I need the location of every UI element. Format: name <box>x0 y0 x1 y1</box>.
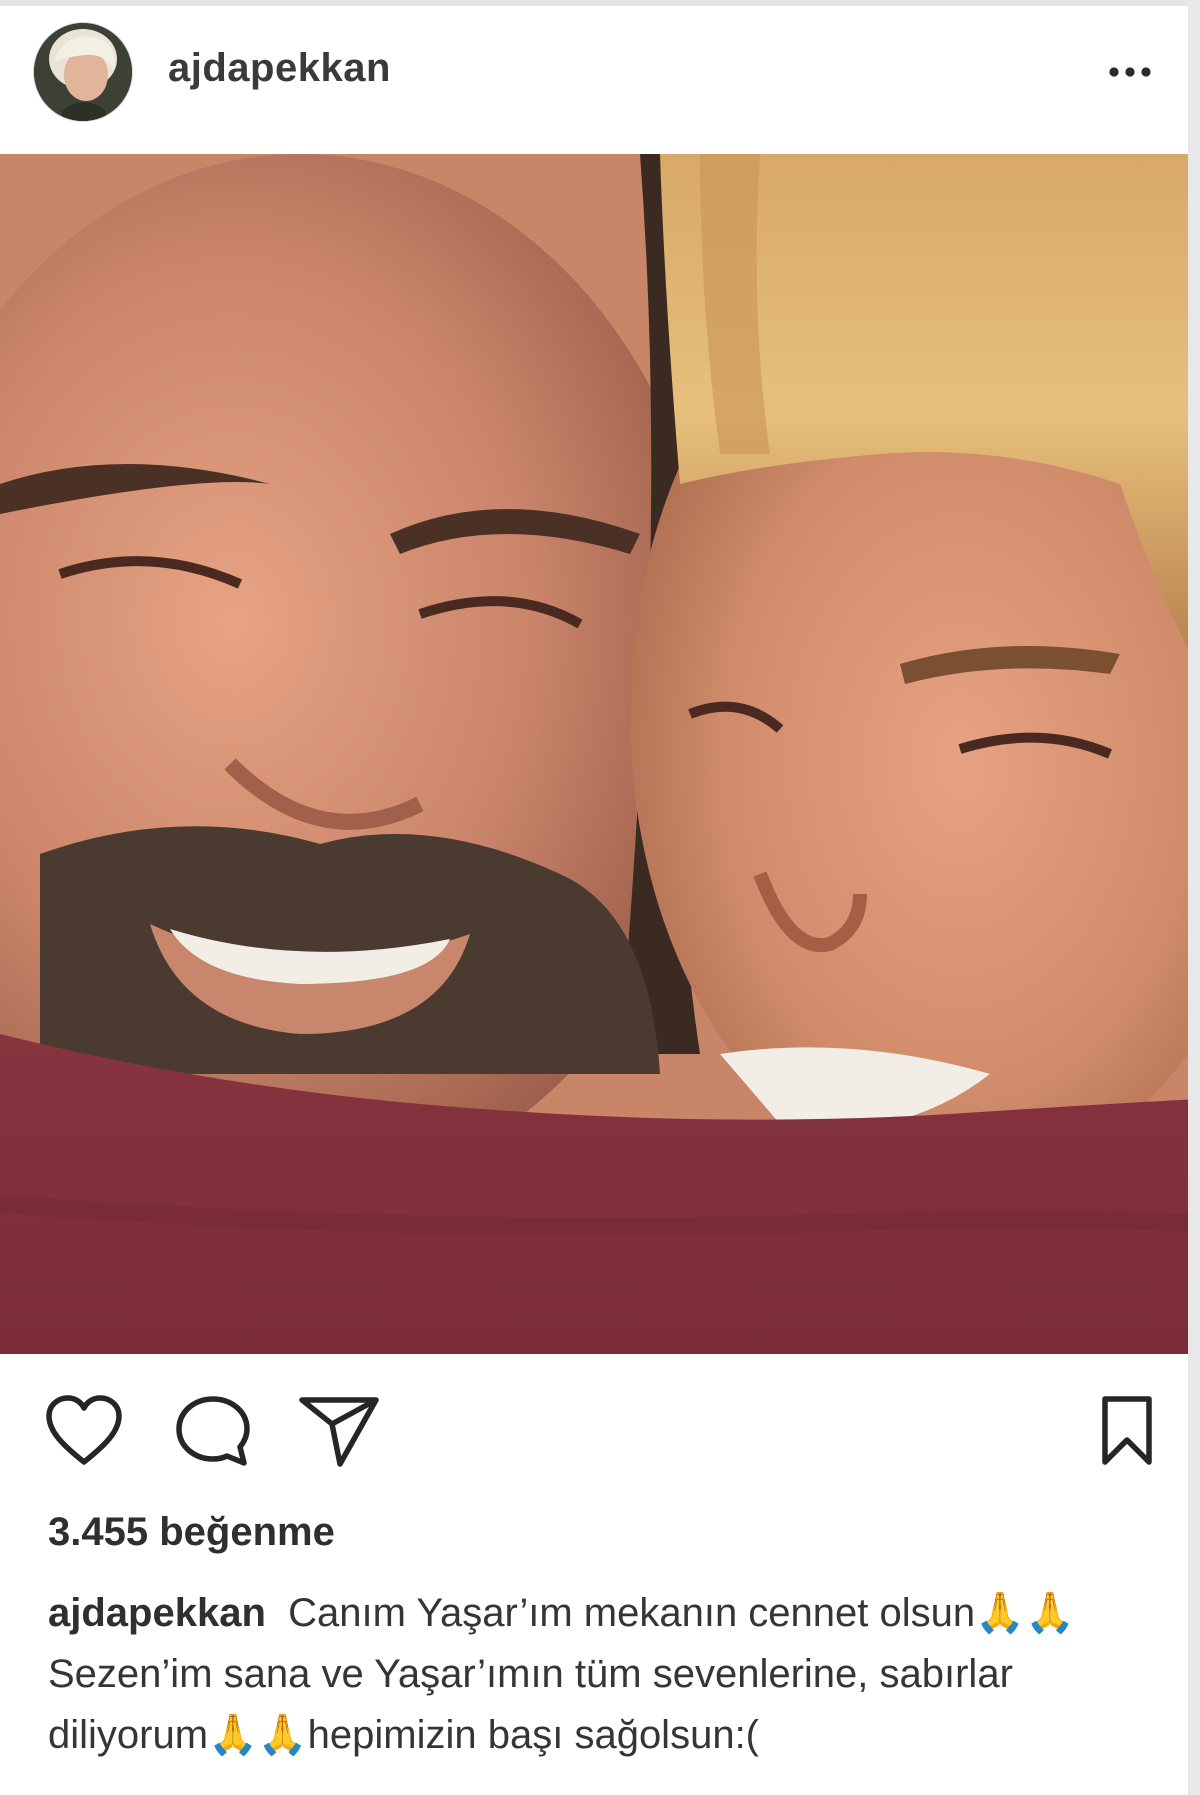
heart-icon[interactable] <box>44 1394 124 1473</box>
send-icon[interactable] <box>298 1394 380 1473</box>
post-header: ajdapekkan <box>0 6 1188 154</box>
avatar[interactable] <box>33 22 133 122</box>
caption-username[interactable]: ajdapekkan <box>48 1591 266 1635</box>
right-edge <box>1188 0 1200 1795</box>
post-photo[interactable] <box>0 154 1200 1354</box>
more-horizontal-icon[interactable] <box>1105 58 1155 86</box>
post-username[interactable]: ajdapekkan <box>168 46 391 91</box>
bookmark-icon[interactable] <box>1097 1394 1157 1473</box>
comment-icon[interactable] <box>174 1394 252 1473</box>
action-bar <box>0 1354 1188 1494</box>
like-count[interactable]: 3.455 beğenme <box>48 1510 335 1555</box>
post-caption: ajdapekkan Canım Yaşar’ım mekanın cennet… <box>48 1583 1108 1766</box>
instagram-post: ajdapekkan 3.455 beğenme ajdapekkan Canı… <box>0 0 1200 1795</box>
